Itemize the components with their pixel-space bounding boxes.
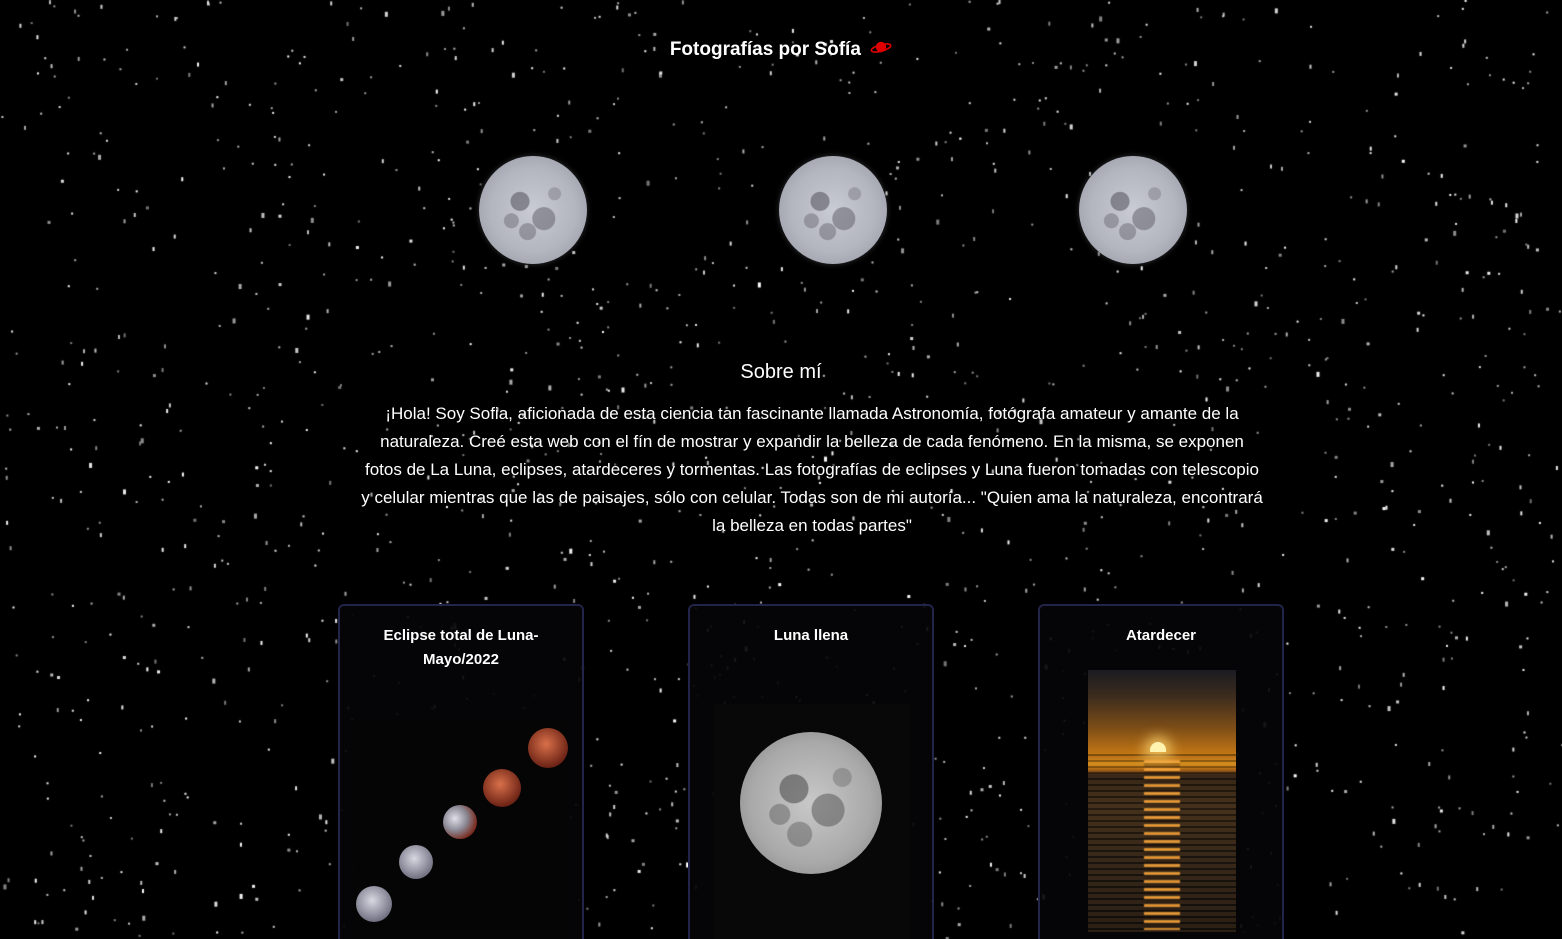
moon-image [779,156,887,264]
gallery-card-eclipse[interactable]: Eclipse total de Luna- Mayo/2022 [338,604,584,939]
sun-image [1150,742,1166,752]
card-title: Eclipse total de Luna- Mayo/2022 [383,627,539,668]
sun-reflection [1144,760,1180,930]
hero-moons [0,156,1562,266]
full-moon-image [740,732,882,874]
about-heading: Sobre mí [740,361,822,383]
gallery-card-full-moon[interactable]: Luna llena [688,604,934,939]
lunar-eclipse-photo[interactable] [354,718,570,939]
sunset-photo[interactable] [1088,670,1236,932]
page: Fotografías por Sofía Sobre mí ¡Hola! So… [0,0,1562,939]
moon-image [1079,156,1187,264]
gallery-card-sunset[interactable]: Atardecer [1038,604,1284,939]
full-moon-photo[interactable] [714,704,910,939]
planet-icon [870,36,892,64]
site-title: Fotografías por Sofía [0,36,1562,64]
card-title: Luna llena [773,627,849,644]
about-text: ¡Hola! Soy Sofia, aficionada de esta cie… [361,404,1263,535]
card-title: Atardecer [1125,627,1197,644]
site-title-text: Fotografías por Sofía [669,39,861,61]
moon-image [479,156,587,264]
